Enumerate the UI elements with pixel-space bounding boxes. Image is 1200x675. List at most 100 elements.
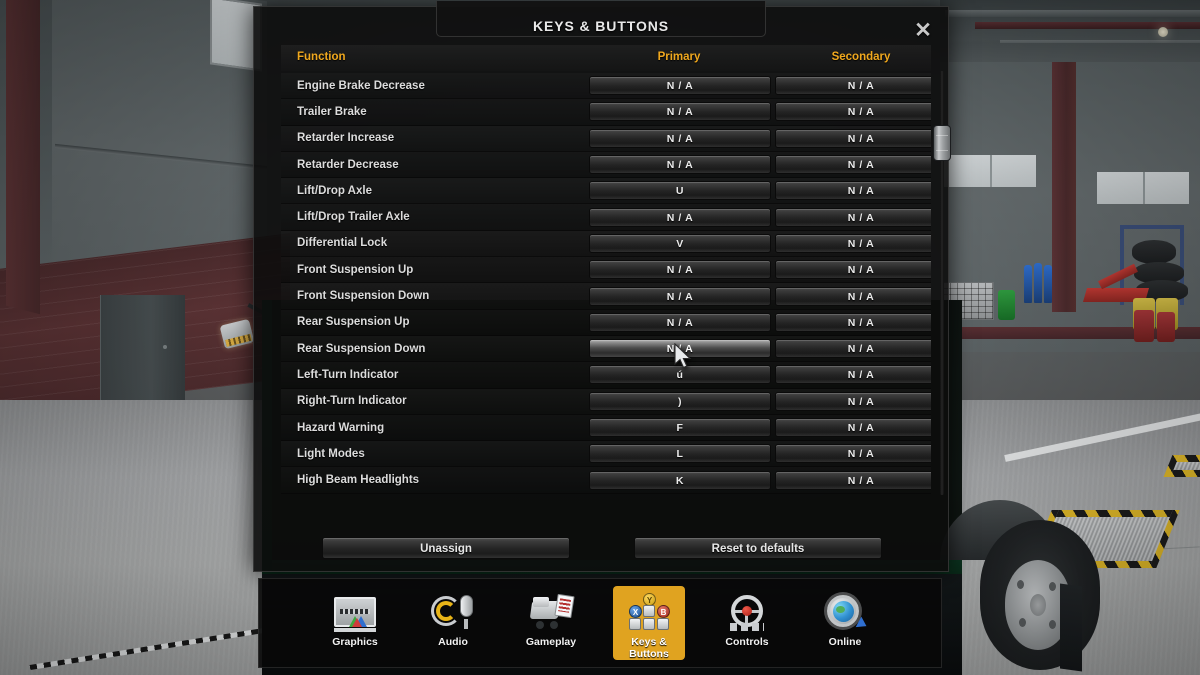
close-icon[interactable]: ✕: [910, 18, 936, 44]
primary-binding-button[interactable]: N / A: [589, 286, 771, 306]
primary-binding-button[interactable]: N / A: [589, 312, 771, 332]
primary-binding-button[interactable]: L: [589, 444, 771, 464]
primary-binding-button[interactable]: N / A: [589, 207, 771, 227]
primary-binding-button[interactable]: N / A: [589, 260, 771, 280]
secondary-binding-button[interactable]: N / A: [775, 286, 931, 306]
primary-binding-button[interactable]: ú: [589, 365, 771, 385]
secondary-binding-button[interactable]: N / A: [775, 260, 931, 280]
reset-to-defaults-button[interactable]: Reset to defaults: [634, 537, 882, 559]
pillar-right: [1052, 62, 1076, 312]
table-row: Front Suspension Down N / AN / A: [281, 283, 931, 310]
gamepad-keyboard-icon: Y X B: [626, 591, 672, 633]
window-right-2: [1097, 172, 1189, 204]
keyboard-key: [643, 618, 655, 630]
tab-graphics[interactable]: Graphics: [319, 586, 391, 660]
scrollbar-thumb[interactable]: [933, 125, 951, 161]
secondary-binding-button[interactable]: N / A: [775, 444, 931, 464]
window-right-1: [944, 155, 1036, 187]
settings-tabbar: Graphics Audio Gameplay Y X B Keys & But…: [258, 578, 942, 668]
secondary-binding-button[interactable]: N / A: [775, 155, 931, 175]
tab-label-graphics: Graphics: [332, 636, 378, 648]
tab-keys-and-buttons[interactable]: Y X B Keys & Buttons: [613, 586, 685, 660]
function-name: Retarder Increase: [297, 132, 395, 145]
secondary-binding-button[interactable]: N / A: [775, 128, 931, 148]
red-barrel: [1134, 310, 1154, 342]
function-name: Lift/Drop Axle: [297, 184, 372, 197]
primary-binding-button[interactable]: N / A: [589, 155, 771, 175]
secondary-binding-button[interactable]: N / A: [775, 207, 931, 227]
tab-audio[interactable]: Audio: [417, 586, 489, 660]
primary-binding-button[interactable]: N / A: [589, 128, 771, 148]
function-name: Right-Turn Indicator: [297, 395, 407, 408]
secondary-binding-button[interactable]: N / A: [775, 102, 931, 122]
primary-binding-button[interactable]: N / A: [589, 102, 771, 122]
table-row: High Beam Headlights K N / A: [281, 467, 931, 494]
gamepad-x-button: X: [629, 605, 642, 618]
table-row: Hazard Warning F N / A: [281, 414, 931, 442]
secondary-binding-button[interactable]: N / A: [775, 418, 931, 437]
function-name: Trailer Brake: [297, 105, 367, 118]
secondary-binding-button[interactable]: N / A: [775, 312, 931, 332]
function-name: Hazard Warning: [297, 421, 385, 434]
tab-gameplay[interactable]: Gameplay: [515, 586, 587, 660]
tab-online[interactable]: Online: [809, 586, 881, 660]
table-row: Engine Brake Decrease N / AN / A: [281, 73, 931, 100]
wheel-lug: [1017, 580, 1024, 589]
steering-wheel-icon: [724, 591, 770, 633]
function-name: Left-Turn Indicator: [297, 368, 399, 381]
gamepad-b-button: B: [657, 605, 670, 618]
primary-binding-button[interactable]: U: [589, 181, 771, 201]
table-header-row: Function Primary Secondary: [281, 45, 931, 71]
tab-label-keys-and-buttons: Keys & Buttons: [629, 636, 669, 660]
door-knob: [163, 345, 167, 349]
secondary-binding-button[interactable]: N / A: [775, 365, 931, 385]
table-row: Rear Suspension Up N / AN / A: [281, 309, 931, 336]
tab-label-audio: Audio: [438, 636, 468, 648]
dialog-title: KEYS & BUTTONS: [532, 18, 670, 34]
red-barrel: [1157, 312, 1175, 342]
keys-and-buttons-dialog: KEYS & BUTTONS ✕ Function Primary Second…: [253, 1, 951, 572]
function-name: Front Suspension Down: [297, 290, 430, 303]
wheel-lug: [1049, 582, 1056, 591]
gas-cylinder: [1024, 265, 1032, 303]
secondary-binding-button[interactable]: N / A: [775, 470, 931, 490]
function-name: Retarder Decrease: [297, 158, 399, 171]
primary-binding-button[interactable]: F: [589, 418, 771, 437]
function-name: Light Modes: [297, 447, 365, 460]
primary-binding-button[interactable]: ): [589, 391, 771, 411]
function-name: Rear Suspension Up: [297, 316, 410, 329]
table-row: Retarder Increase N / AN / A: [281, 125, 931, 152]
secondary-binding-button[interactable]: N / A: [775, 339, 931, 359]
table-row: Light Modes L N / A: [281, 441, 931, 468]
primary-binding-button[interactable]: N / A: [589, 76, 771, 96]
function-name: Rear Suspension Down: [297, 342, 426, 355]
scrollbar-track[interactable]: [933, 71, 951, 495]
table-row: Trailer Brake N / AN / A: [281, 99, 931, 126]
keyboard-key: [657, 618, 669, 630]
secondary-binding-button[interactable]: N / A: [775, 233, 931, 253]
tab-label-controls: Controls: [725, 636, 769, 648]
brick-column-left: [6, 0, 40, 315]
table-row: Retarder Decrease N / AN / A: [281, 151, 931, 179]
globe-gear-icon: [822, 591, 870, 633]
keybindings-table: Function Primary Secondary Engine Brake …: [281, 45, 931, 501]
primary-binding-button[interactable]: K: [589, 470, 771, 490]
table-row: Left-Turn Indicator ú N / A: [281, 362, 931, 389]
secondary-binding-button[interactable]: N / A: [775, 76, 931, 96]
tab-label-gameplay: Gameplay: [525, 636, 577, 648]
ceiling-light: [1158, 27, 1168, 37]
monitor-icon: [332, 591, 378, 633]
secondary-binding-button[interactable]: N / A: [775, 181, 931, 201]
table-row: Lift/Drop Trailer Axle N / AN / A: [281, 204, 931, 231]
secondary-binding-button[interactable]: N / A: [775, 391, 931, 411]
primary-binding-button[interactable]: V: [589, 233, 771, 253]
gas-cylinder: [1044, 265, 1052, 303]
function-name: Differential Lock: [297, 237, 388, 250]
primary-binding-button[interactable]: N / A: [589, 339, 771, 359]
unassign-button[interactable]: Unassign: [322, 537, 570, 559]
table-row: Rear Suspension Down N / AN / A: [281, 335, 931, 363]
tab-controls[interactable]: Controls: [711, 586, 783, 660]
function-name: Front Suspension Up: [297, 263, 414, 276]
game-screen: KEYS & BUTTONS ✕ Function Primary Second…: [0, 0, 1200, 675]
function-name: Engine Brake Decrease: [297, 79, 425, 92]
